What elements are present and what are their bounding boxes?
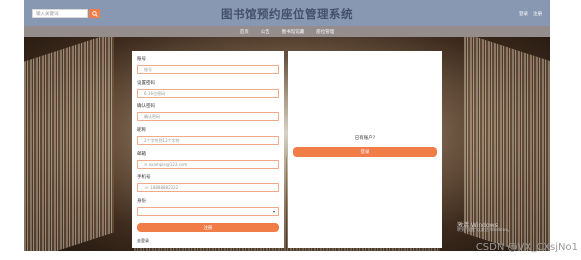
- nickname-input[interactable]: 2个字符到12个字符: [137, 136, 279, 145]
- label-phone: 手机号: [137, 175, 151, 180]
- top-links: 登录 注册: [519, 11, 542, 17]
- label-role: 身份: [137, 199, 146, 204]
- library-background: 激活 Windows 转到"设置"以激活 Windows。: [24, 37, 550, 251]
- bookshelf-left: [24, 37, 114, 251]
- email-placeholder: example@123.com: [148, 162, 188, 167]
- register-form-panel: 账号 账号 设置密码 6-16位密码 确认密码 确认密码 昵称 2个字符到12个…: [132, 51, 284, 248]
- nav-item-collection[interactable]: 图书馆馆藏: [282, 29, 305, 35]
- nav-bar: 首页 公告 图书馆馆藏 座位管理: [24, 26, 550, 37]
- email-input[interactable]: ✉ example@123.com: [137, 160, 279, 169]
- label-confirm-password: 确认密码: [137, 104, 155, 109]
- windows-watermark-sub: 转到"设置"以激活 Windows。: [457, 227, 512, 232]
- password-input[interactable]: 6-16位密码: [137, 89, 279, 98]
- csdn-credit: CSDN @VX_CXsjNo1: [475, 242, 578, 253]
- nav-item-notice[interactable]: 公告: [261, 29, 270, 35]
- nav-item-home[interactable]: 首页: [240, 29, 249, 35]
- label-account: 账号: [137, 57, 146, 62]
- account-input[interactable]: 账号: [137, 65, 279, 74]
- confirm-password-input[interactable]: 确认密码: [137, 112, 279, 121]
- login-link[interactable]: 登录: [519, 11, 528, 17]
- label-nickname: 昵称: [137, 128, 146, 133]
- login-prompt-panel: 已有账户? 登录: [288, 51, 442, 248]
- page-title: 图书馆预约座位管理系统: [221, 7, 353, 21]
- login-button[interactable]: 登录: [293, 147, 437, 157]
- app-frame: 输入关键词 图书馆预约座位管理系统 登录 注册 首页 公告 图书馆馆藏 座位管理…: [24, 0, 550, 251]
- label-password: 设置密码: [137, 81, 155, 86]
- nav-item-seats[interactable]: 座位管理: [316, 29, 334, 35]
- register-button[interactable]: 注册: [137, 223, 279, 232]
- go-login-link[interactable]: 去登录: [137, 238, 149, 244]
- register-link[interactable]: 注册: [533, 11, 542, 17]
- role-select[interactable]: ▾: [137, 207, 279, 216]
- phone-input[interactable]: ☏ 18888882222: [137, 183, 279, 192]
- top-bar: 输入关键词 图书馆预约座位管理系统 登录 注册: [24, 0, 550, 26]
- bookshelf-right: [464, 37, 550, 251]
- label-email: 邮箱: [137, 152, 146, 157]
- phone-placeholder: 18888882222: [150, 185, 179, 190]
- has-account-text: 已有账户?: [354, 136, 376, 141]
- chevron-down-icon: ▾: [272, 209, 275, 214]
